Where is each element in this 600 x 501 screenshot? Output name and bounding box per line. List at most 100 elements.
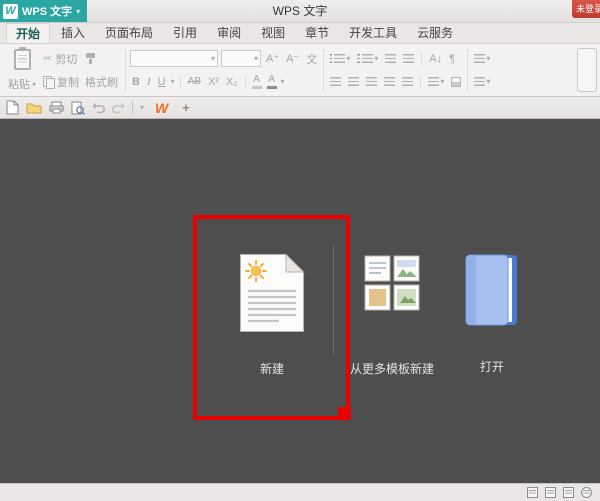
print-preview-button[interactable] (71, 101, 85, 115)
shading-button[interactable] (449, 77, 463, 87)
start-items-divider (333, 245, 334, 355)
zoom-icon[interactable] (581, 487, 592, 498)
window-title: WPS 文字 (0, 0, 600, 22)
wps-writer-window: W WPS 文字 ▾ WPS 文字 未登录 开始 插入 页面布局 引用 审阅 视… (0, 0, 600, 501)
format-painter-label: 格式刷 (85, 74, 118, 90)
chevron-down-icon: ▾ (281, 77, 285, 86)
bold-button[interactable]: B (130, 76, 142, 88)
italic-button[interactable]: I (145, 76, 153, 88)
print-layout-view-icon[interactable] (527, 487, 538, 498)
open-folder-icon (26, 101, 42, 114)
align-right-button[interactable] (364, 77, 379, 86)
tab-review[interactable]: 审阅 (208, 23, 250, 43)
show-marks-button[interactable]: ¶ (447, 53, 457, 65)
highlight-label: A (253, 75, 260, 85)
highlight-color-button[interactable]: A (251, 75, 263, 89)
scissors-icon: ✂ (43, 52, 52, 65)
copy-label: 复制 (57, 74, 79, 90)
phonetic-guide-button[interactable]: 文 (304, 51, 319, 67)
font-size-combobox[interactable]: ▾ (221, 50, 261, 67)
wps-menu-button[interactable]: W WPS 文字 ▾ (0, 0, 87, 22)
styles-button[interactable]: ▾ (472, 77, 492, 86)
copy-icon (43, 76, 54, 88)
shrink-font-button[interactable]: A⁻ (284, 52, 301, 65)
outline-view-icon[interactable] (563, 487, 574, 498)
templates-grid-icon (364, 255, 420, 311)
font-name-combobox[interactable]: ▾ (130, 50, 218, 67)
login-button[interactable]: 未登录 (572, 0, 600, 18)
paste-clipboard-icon (14, 49, 31, 70)
format-painter-button[interactable]: 格式刷 (82, 73, 121, 91)
open-document-label: 打开 (432, 358, 552, 375)
align-left-button[interactable] (328, 77, 343, 86)
underline-button[interactable]: U (156, 76, 168, 88)
brush-icon (85, 53, 97, 65)
new-document-quick-button[interactable] (6, 100, 19, 115)
numbering-icon (357, 54, 360, 63)
styles-icon (474, 77, 485, 86)
ribbon: 粘贴 ▾ ✂ 剪切 复制 格式刷 (0, 44, 600, 97)
font-color-button[interactable]: A (266, 75, 278, 89)
print-button[interactable] (49, 101, 64, 114)
indent-left-icon (385, 54, 396, 63)
chevron-down-icon: ▾ (486, 77, 490, 86)
chevron-down-icon: ▾ (254, 54, 258, 63)
ribbon-separator (323, 49, 324, 91)
tab-developer[interactable]: 开发工具 (340, 23, 406, 43)
quick-access-toolbar: ▾ W + (0, 97, 600, 119)
distribute-icon (402, 77, 413, 86)
subscript-button[interactable]: X₂ (224, 76, 240, 88)
line-spacing-button[interactable]: ▾ (426, 77, 446, 86)
new-tab-button[interactable]: + (179, 100, 193, 115)
tab-page-layout[interactable]: 页面布局 (96, 23, 162, 43)
start-page: 新建 从更多模板新建 (0, 119, 600, 483)
copy-button[interactable]: 复制 (40, 73, 82, 91)
numbering-button[interactable]: ▾ (355, 54, 380, 63)
cut-label: 剪切 (55, 51, 77, 67)
distribute-button[interactable] (400, 77, 415, 86)
sort-button[interactable]: A↓ (427, 53, 444, 65)
font-color-label: A (268, 75, 275, 85)
decrease-indent-button[interactable] (383, 54, 398, 63)
superscript-button[interactable]: X² (206, 76, 221, 88)
increase-indent-button[interactable] (401, 54, 416, 63)
task-pane-toggle[interactable] (577, 48, 597, 92)
new-document-label: 新建 (212, 360, 332, 377)
tab-insert[interactable]: 插入 (52, 23, 94, 43)
blank-document-icon (239, 253, 305, 333)
indent-right-icon (403, 54, 414, 63)
mini-separator (180, 76, 181, 88)
list-lines-icon (362, 54, 373, 63)
quickbar-separator (132, 101, 133, 114)
bullets-button[interactable]: ▾ (328, 54, 352, 63)
font-color-swatch (267, 86, 277, 89)
tab-section[interactable]: 章节 (296, 23, 338, 43)
cut-button[interactable]: ✂ 剪切 (40, 50, 82, 68)
redo-button[interactable] (112, 102, 125, 114)
text-tools-button[interactable]: ▾ (472, 54, 492, 63)
customize-quickbar-button[interactable]: ▾ (140, 103, 144, 112)
undo-button[interactable] (92, 102, 105, 114)
strikethrough-button[interactable]: AB (186, 76, 203, 87)
tab-view[interactable]: 视图 (252, 23, 294, 43)
paste-button[interactable]: 粘贴 ▾ (4, 47, 40, 93)
align-center-button[interactable] (346, 77, 361, 86)
web-layout-view-icon[interactable] (545, 487, 556, 498)
justify-button[interactable] (382, 77, 397, 86)
paste-label: 粘贴 (8, 76, 30, 92)
open-document-button[interactable]: 打开 (432, 253, 552, 375)
wps-home-tab[interactable]: W (151, 100, 172, 116)
grow-font-button[interactable]: A⁺ (264, 52, 281, 65)
wps-logo-icon: W (3, 4, 18, 19)
tab-home[interactable]: 开始 (6, 23, 50, 43)
redo-icon (112, 102, 125, 114)
open-quick-button[interactable] (26, 101, 42, 114)
align-center-icon (348, 77, 359, 86)
format-painter-icon-button[interactable] (82, 50, 121, 68)
new-document-button[interactable]: 新建 (212, 253, 332, 377)
chevron-down-icon: ▾ (374, 54, 378, 63)
tab-references[interactable]: 引用 (164, 23, 206, 43)
ribbon-separator (467, 49, 468, 91)
blue-folder-icon (465, 253, 519, 327)
tab-cloud[interactable]: 云服务 (408, 23, 462, 43)
